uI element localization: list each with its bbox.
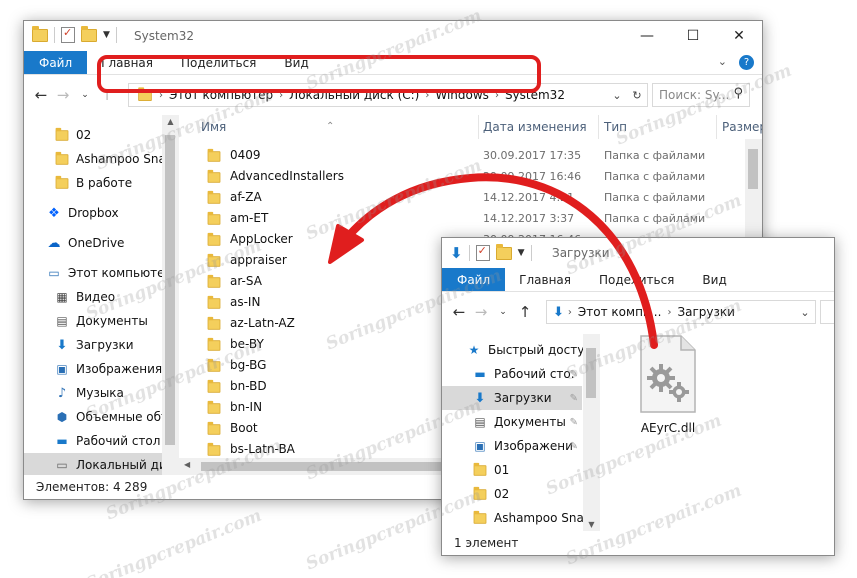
drag-direction-arrow [328,173,658,349]
